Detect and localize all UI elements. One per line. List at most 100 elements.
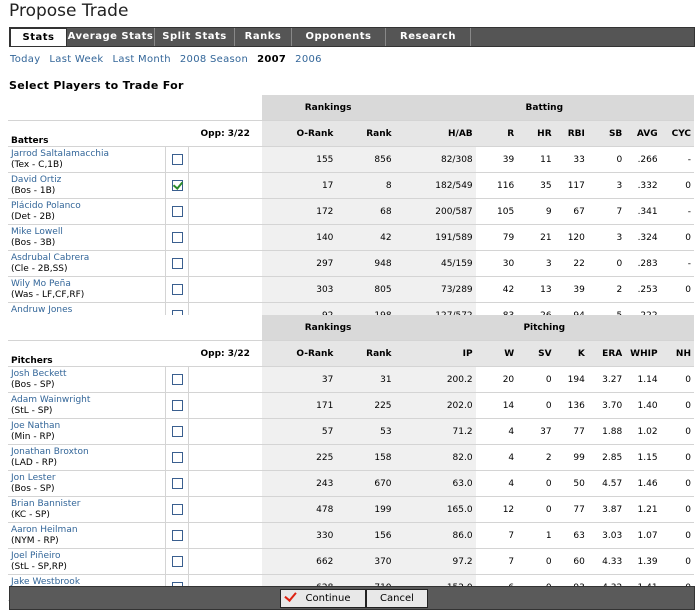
stat-cell: 86.0 (394, 522, 476, 549)
column-header-h-ab[interactable]: H/AB (394, 120, 476, 147)
period-link-last-month[interactable]: Last Month (113, 54, 171, 65)
column-header-whip[interactable]: WHIP (625, 340, 661, 367)
tab-stats[interactable]: Stats (10, 28, 67, 46)
stat-cell: 1.07 (625, 522, 661, 549)
player-select-checkbox[interactable] (171, 206, 183, 217)
player-select-checkbox[interactable] (171, 232, 183, 243)
column-header-sb[interactable]: SB (587, 120, 626, 147)
player-select-checkbox[interactable] (171, 258, 183, 269)
stat-cell: 42 (475, 276, 518, 303)
player-select-checkbox[interactable] (171, 180, 183, 191)
stat-cell: 17 (261, 172, 337, 199)
player-select-checkbox[interactable] (171, 556, 183, 567)
player-name-link[interactable]: Adam Wainwright (11, 395, 162, 406)
opponent-date-header: Opp: 3/22 (188, 120, 262, 147)
column-header-nh[interactable]: NH (660, 340, 694, 367)
column-header-rbi[interactable]: RBI (554, 120, 588, 147)
player-select-checkbox[interactable] (171, 284, 183, 295)
player-select-checkbox[interactable] (171, 426, 183, 437)
stat-cell: 50 (554, 470, 588, 497)
player-select-checkbox[interactable] (171, 452, 183, 463)
player-name-link[interactable]: Wily Mo Peña (11, 279, 162, 290)
stat-cell: 0 (517, 548, 555, 575)
stat-cell: 202.0 (394, 392, 476, 419)
column-header-cyc[interactable]: CYC (660, 120, 694, 147)
column-header-ip[interactable]: IP (394, 340, 476, 367)
opponent-cell (188, 198, 262, 225)
tab-ranks[interactable]: Ranks (235, 28, 292, 46)
cancel-button[interactable]: Cancel (366, 589, 428, 608)
stat-cell: 478 (261, 496, 337, 523)
stat-cell: 0 (660, 418, 694, 445)
stat-cell: 225 (261, 444, 337, 471)
player-name-link[interactable]: Jarrod Saltalamacchia (11, 149, 162, 160)
stat-cell: 7 (587, 198, 626, 225)
player-team-position: (Bos - SP) (11, 379, 55, 390)
player-name-link[interactable]: Aaron Heilman (11, 525, 162, 536)
stat-cell: 3.70 (587, 392, 626, 419)
column-header-k[interactable]: K (554, 340, 588, 367)
column-header-o-rank[interactable]: O-Rank (261, 340, 337, 367)
tab-research[interactable]: Research (386, 28, 471, 46)
period-link-2007[interactable]: 2007 (257, 54, 286, 65)
player-name-link[interactable]: Andruw Jones (11, 305, 162, 316)
player-name-link[interactable]: Jon Lester (11, 473, 162, 484)
period-link-last-week[interactable]: Last Week (49, 54, 103, 65)
column-header-rank[interactable]: Rank (336, 340, 395, 367)
opponent-cell (188, 146, 262, 173)
stat-cell: 0 (660, 276, 694, 303)
period-link-2006[interactable]: 2006 (295, 54, 322, 65)
stat-cell: 4 (475, 418, 518, 445)
player-name-link[interactable]: Mike Lowell (11, 227, 162, 238)
column-header-avg[interactable]: AVG (625, 120, 661, 147)
player-name-link[interactable]: Josh Beckett (11, 369, 162, 380)
stat-cell: 4 (475, 444, 518, 471)
stat-cell: 77 (554, 496, 588, 523)
stat-cell: 330 (261, 522, 337, 549)
stat-cell: 45/159 (394, 250, 476, 277)
player-select-checkbox[interactable] (171, 154, 183, 165)
player-row: David Ortiz (Bos - 1B) 17 8 182/549 116 35 117 3… (8, 172, 694, 199)
player-name-link[interactable]: Joel Piñeiro (11, 551, 162, 562)
column-header-era[interactable]: ERA (587, 340, 626, 367)
stat-cell: 37 (261, 366, 337, 393)
player-name-link[interactable]: Plácido Polanco (11, 201, 162, 212)
checkmark-icon (284, 589, 297, 602)
stat-cell: 662 (261, 548, 337, 575)
stat-cell: 171 (261, 392, 337, 419)
period-link-today[interactable]: Today (10, 54, 40, 65)
opponent-date-header: Opp: 3/22 (188, 340, 262, 367)
column-header-o-rank[interactable]: O-Rank (261, 120, 337, 147)
tab-split-stats[interactable]: Split Stats (155, 28, 235, 46)
player-name-link[interactable]: Jonathan Broxton (11, 447, 162, 458)
player-select-checkbox[interactable] (171, 478, 183, 489)
player-select-checkbox[interactable] (171, 504, 183, 515)
player-select-checkbox[interactable] (171, 530, 183, 541)
column-header-w[interactable]: W (475, 340, 518, 367)
stat-cell: 13 (517, 276, 555, 303)
stat-cell: 1.40 (625, 392, 661, 419)
period-link-2008-season[interactable]: 2008 Season (180, 54, 248, 65)
opponent-cell (188, 366, 262, 393)
player-team-position: (StL - SP) (11, 405, 53, 416)
column-header-hr[interactable]: HR (517, 120, 555, 147)
player-name-link[interactable]: David Ortiz (11, 175, 162, 186)
stat-cell: 4 (475, 470, 518, 497)
stat-cell: - (660, 250, 694, 277)
stat-cell: 31 (336, 366, 395, 393)
player-select-checkbox[interactable] (171, 374, 183, 385)
player-row: Asdrubal Cabrera (Cle - 2B,SS) 297 948 45/15… (8, 250, 694, 277)
column-header-sv[interactable]: SV (517, 340, 555, 367)
tab-average-stats[interactable]: Average Stats (67, 28, 155, 46)
player-name-link[interactable]: Joe Nathan (11, 421, 162, 432)
player-select-checkbox[interactable] (171, 400, 183, 411)
player-name-link[interactable]: Brian Bannister (11, 499, 162, 510)
column-header-rank[interactable]: Rank (336, 120, 395, 147)
tab-opponents[interactable]: Opponents (292, 28, 386, 46)
column-header-r[interactable]: R (475, 120, 518, 147)
continue-button[interactable]: Continue (280, 589, 366, 608)
stat-cell: 0 (660, 392, 694, 419)
player-name-link[interactable]: Asdrubal Cabrera (11, 253, 162, 264)
players-column-header: Batters (8, 120, 166, 147)
stat-cell: 225 (336, 392, 395, 419)
